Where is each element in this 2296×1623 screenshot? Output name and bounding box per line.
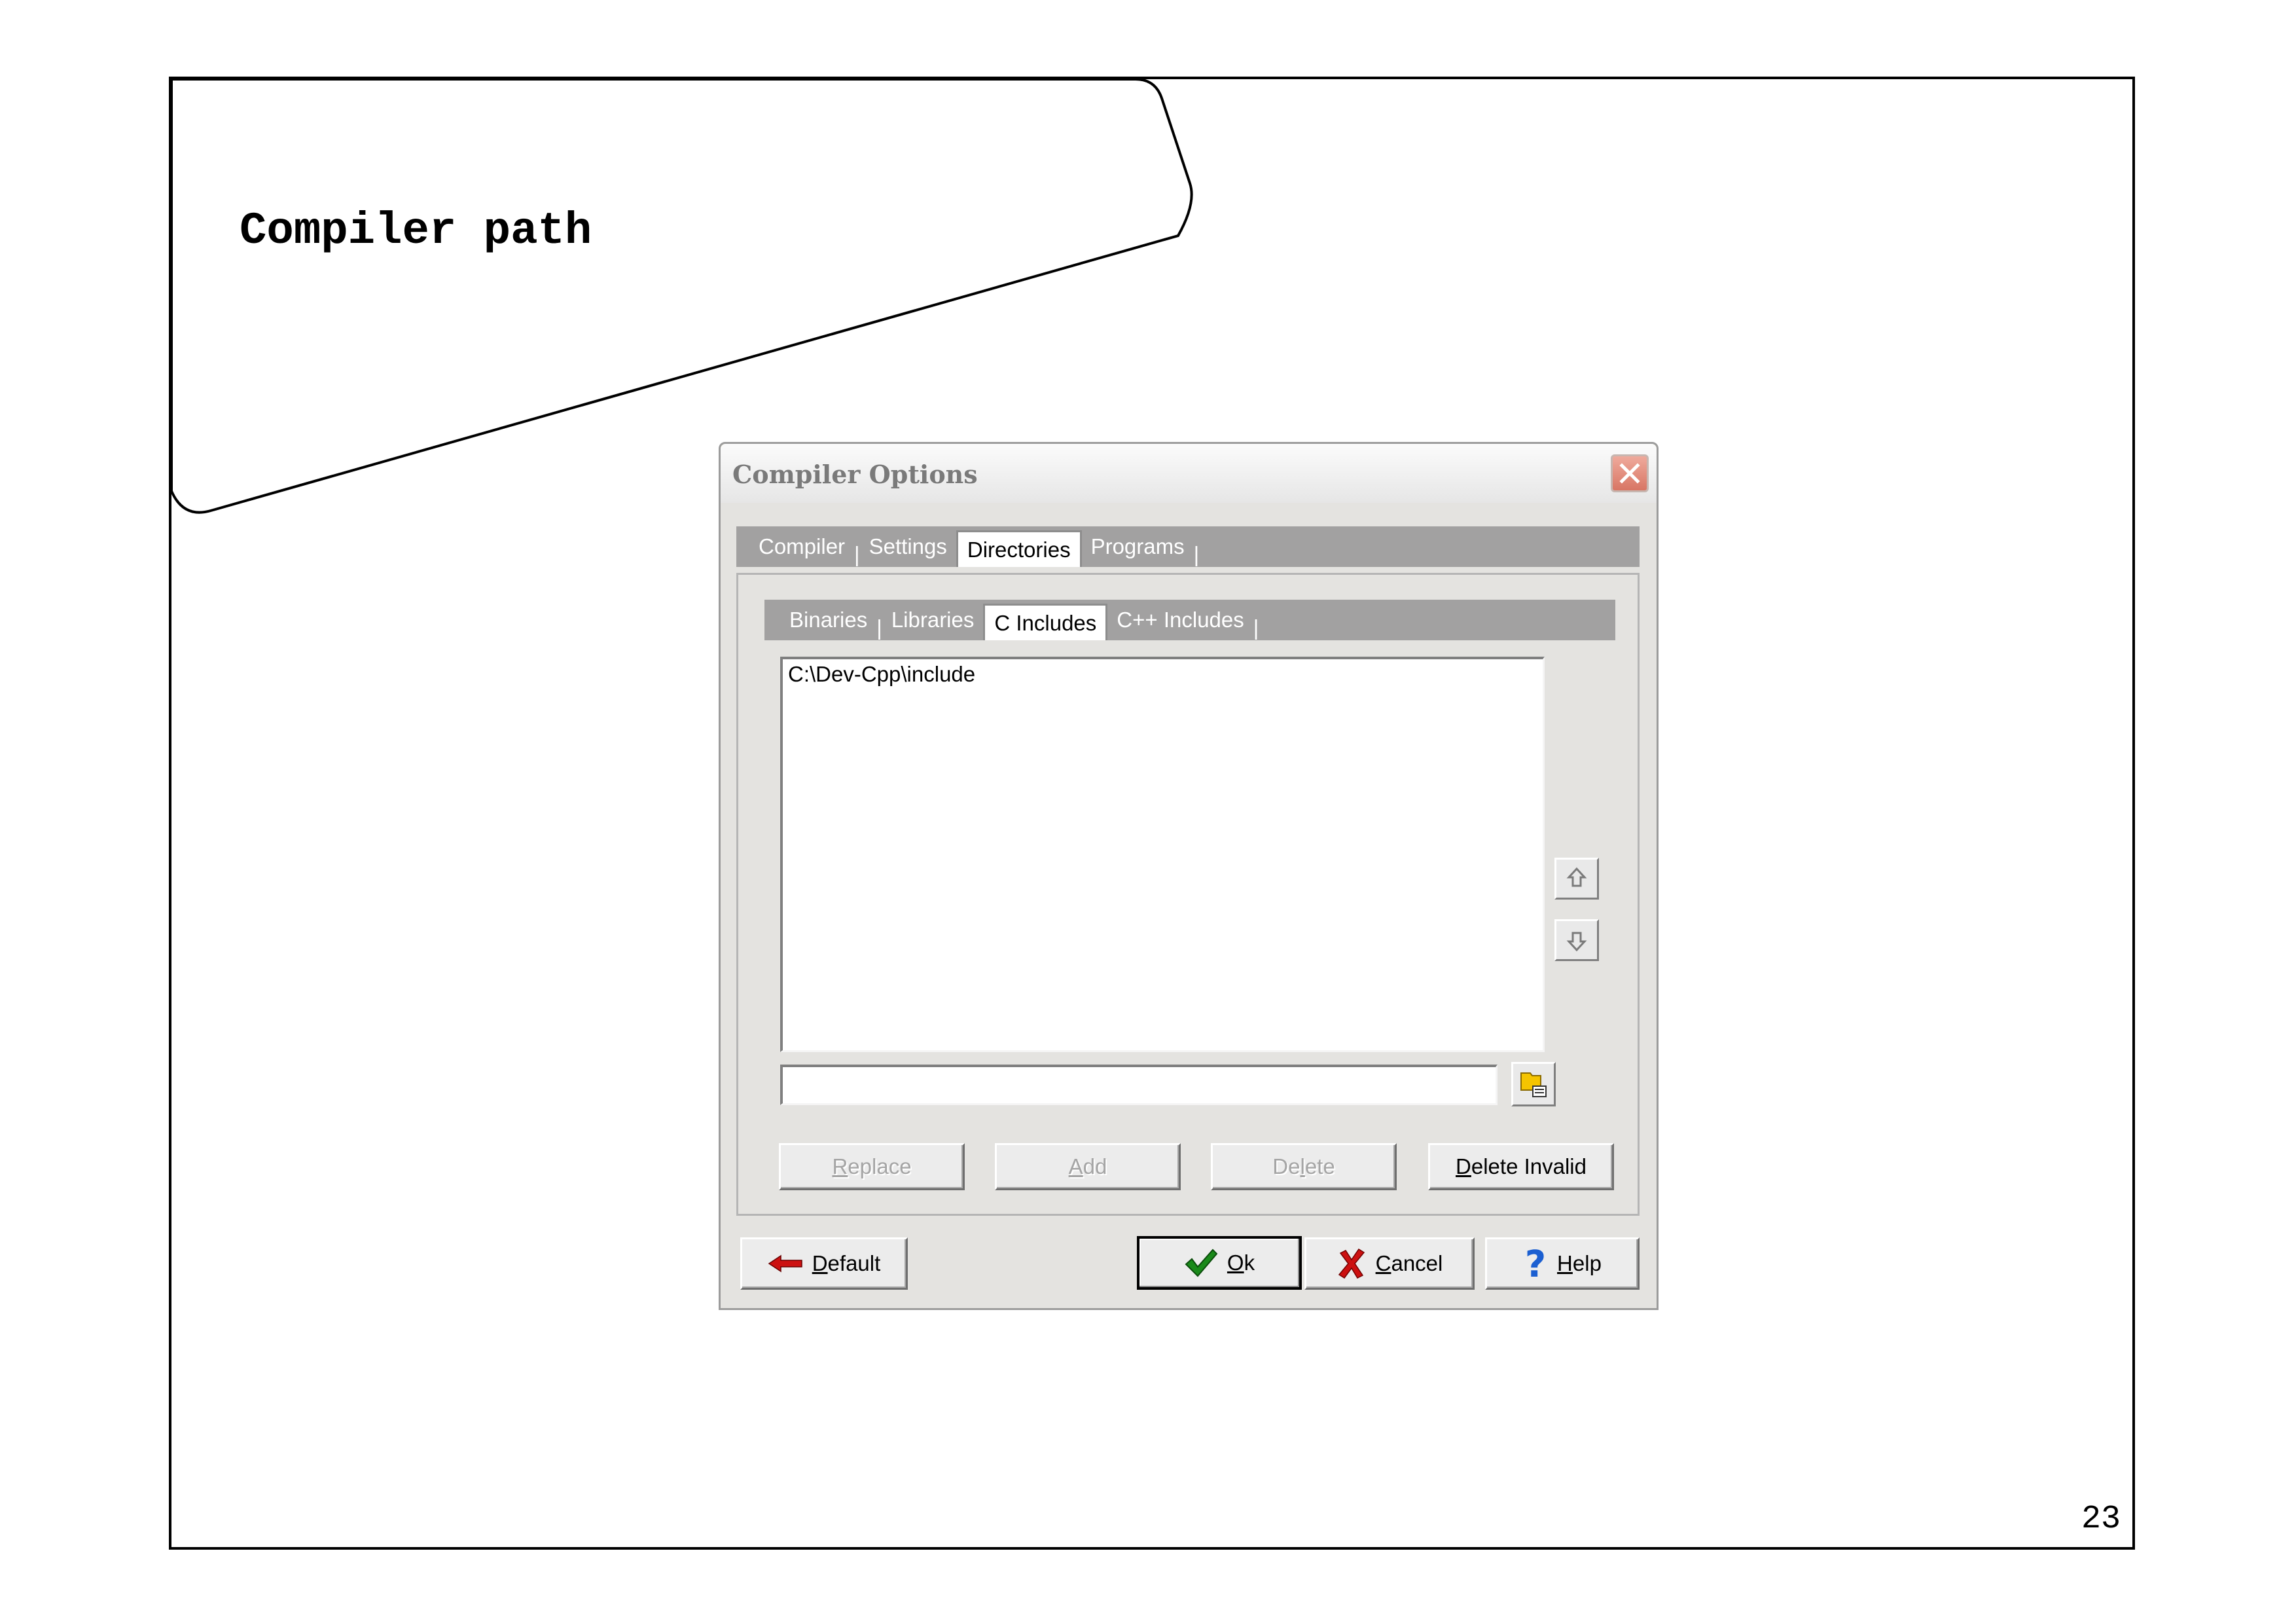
help-button[interactable]: ? Help xyxy=(1485,1237,1640,1290)
arrow-up-icon xyxy=(1566,867,1587,887)
move-down-button[interactable] xyxy=(1554,919,1599,961)
arrow-down-icon xyxy=(1566,932,1587,952)
directory-list[interactable]: C:\Dev-Cpp\include xyxy=(780,657,1545,1052)
tab-compiler[interactable]: Compiler xyxy=(749,526,854,567)
red-arrow-left-icon xyxy=(768,1254,802,1273)
blue-question-icon: ? xyxy=(1525,1245,1546,1282)
svg-text:?: ? xyxy=(1525,1245,1546,1282)
green-check-icon xyxy=(1185,1249,1218,1277)
tab-settings[interactable]: Settings xyxy=(860,526,956,567)
main-tabstrip: Compiler | Settings Directories Programs… xyxy=(736,526,1640,567)
close-icon xyxy=(1619,463,1640,484)
directory-path-input[interactable] xyxy=(780,1065,1498,1105)
add-button[interactable]: Add xyxy=(995,1143,1181,1190)
delete-invalid-button[interactable]: Delete Invalid xyxy=(1428,1143,1614,1190)
tab-programs[interactable]: Programs xyxy=(1082,526,1194,567)
ok-button[interactable]: Ok xyxy=(1137,1236,1302,1290)
subtab-c-includes[interactable]: C Includes xyxy=(983,604,1108,640)
cancel-button[interactable]: Cancel xyxy=(1304,1237,1475,1290)
subtab-libraries[interactable]: Libraries xyxy=(882,600,984,640)
subtab-binaries[interactable]: Binaries xyxy=(780,600,876,640)
tab-separator: | xyxy=(1193,542,1200,566)
dialog-title: Compiler Options xyxy=(732,460,978,489)
red-x-icon xyxy=(1338,1248,1365,1279)
compiler-options-dialog: Compiler Options Compiler | Settings Dir… xyxy=(719,442,1659,1310)
folder-browse-icon xyxy=(1520,1072,1547,1097)
dialog-titlebar[interactable]: Compiler Options xyxy=(721,444,1657,503)
directories-panel: Binaries | Libraries C Includes C++ Incl… xyxy=(736,573,1640,1216)
tab-separator: | xyxy=(876,615,882,640)
page-number: 23 xyxy=(2081,1501,2121,1538)
list-item[interactable]: C:\Dev-Cpp\include xyxy=(788,662,1537,687)
browse-folder-button[interactable] xyxy=(1511,1062,1556,1106)
tab-separator: | xyxy=(1253,615,1259,640)
close-button[interactable] xyxy=(1611,454,1649,492)
directories-subtabstrip: Binaries | Libraries C Includes C++ Incl… xyxy=(764,600,1615,640)
subtab-cpp-includes[interactable]: C++ Includes xyxy=(1107,600,1253,640)
delete-button[interactable]: Delete xyxy=(1211,1143,1397,1190)
move-up-button[interactable] xyxy=(1554,858,1599,900)
default-button[interactable]: Default xyxy=(740,1237,908,1290)
replace-button[interactable]: Replace xyxy=(779,1143,965,1190)
tab-directories[interactable]: Directories xyxy=(956,530,1082,567)
slide-title: Compiler path xyxy=(240,206,592,257)
tab-separator: | xyxy=(854,542,860,566)
